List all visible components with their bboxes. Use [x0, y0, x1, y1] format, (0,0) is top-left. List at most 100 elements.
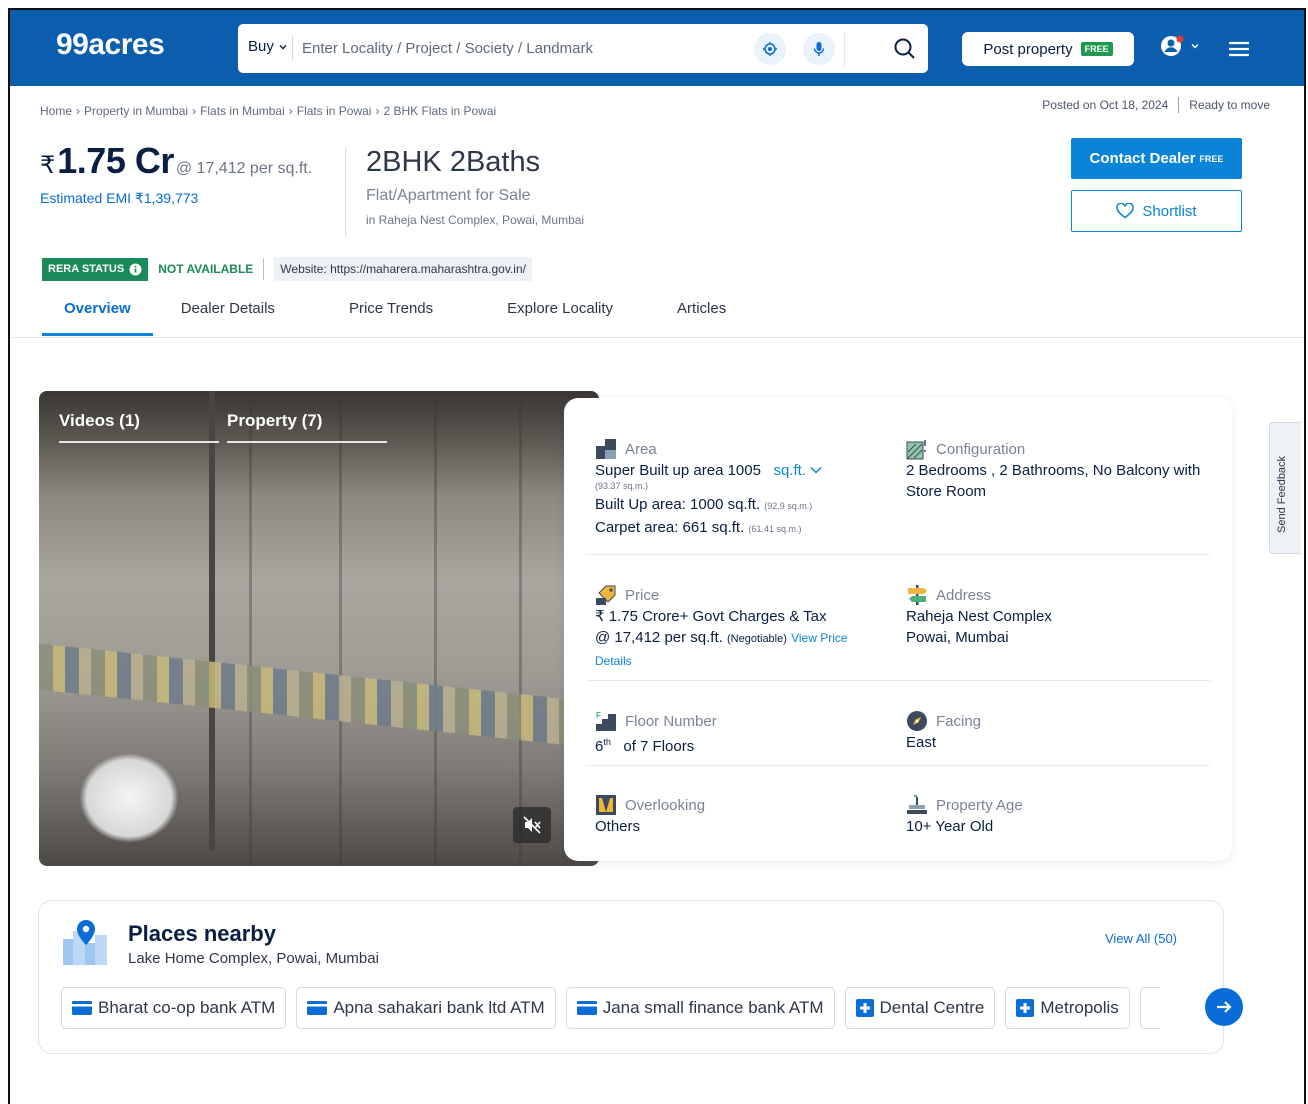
shortlist-button[interactable]: Shortlist: [1071, 190, 1242, 232]
floor-total: of 7 Floors: [623, 738, 695, 755]
possession-status: Ready to move: [1189, 98, 1270, 112]
tab-videos[interactable]: Videos (1): [59, 411, 219, 443]
place-chip[interactable]: Dental Centre: [844, 987, 996, 1029]
city-pin-icon: [61, 917, 111, 967]
hospital-icon: [1016, 999, 1035, 1017]
section-tabs: Overview Dealer Details Price Trends Exp…: [42, 300, 756, 336]
rera-row: RERA STATUS NOT AVAILABLE Website: https…: [42, 256, 532, 282]
contact-dealer-button[interactable]: Contact Dealer FREE: [1071, 138, 1242, 179]
svg-text:F: F: [596, 711, 601, 720]
tab-price-trends[interactable]: Price Trends: [349, 300, 433, 336]
tab-explore-locality[interactable]: Explore Locality: [507, 300, 613, 336]
rera-status-badge: RERA STATUS: [42, 257, 149, 281]
send-feedback-label: Send Feedback: [1276, 455, 1288, 533]
property-age-icon: [906, 794, 928, 816]
send-feedback-tab[interactable]: Send Feedback: [1269, 422, 1301, 554]
breadcrumb-flats-mumbai[interactable]: Flats in Mumbai: [200, 104, 285, 118]
floor-suffix: th: [603, 737, 611, 747]
place-chip[interactable]: Jana small finance bank ATM: [565, 987, 835, 1029]
place-chip-partial[interactable]: [1139, 987, 1160, 1029]
overlooking-label: Overlooking: [625, 796, 706, 814]
area-unit-dropdown[interactable]: sq.ft.: [773, 462, 822, 479]
places-subtitle: Lake Home Complex, Powai, Mumbai: [128, 950, 379, 967]
view-all-places-link[interactable]: View All (50): [1105, 931, 1177, 946]
breadcrumb: Home › Property in Mumbai › Flats in Mumba…: [40, 104, 496, 118]
free-badge: FREE: [1199, 153, 1224, 164]
listing-title-block: 2BHK 2Baths Flat/Apartment for Sale in R…: [366, 146, 584, 227]
area-label: Area: [625, 440, 657, 458]
price-cell: Price ₹ 1.75 Crore+ Govt Charges & Tax @…: [595, 584, 885, 672]
breadcrumb-property-mumbai[interactable]: Property in Mumbai: [84, 104, 188, 118]
area-cell: Area Super Built up area 1005 sq.ft. (93…: [595, 438, 885, 540]
media-tabs: Videos (1) Property (7): [59, 411, 387, 443]
place-chip-label: Jana small finance bank ATM: [602, 998, 824, 1017]
price-tag-icon: [595, 584, 617, 606]
place-chip[interactable]: Metropolis: [1005, 987, 1130, 1029]
breadcrumb-separator: ›: [76, 104, 81, 118]
divider: [345, 148, 346, 236]
facing-value: East: [906, 734, 937, 751]
place-chip[interactable]: Bharat co-op bank ATM: [61, 987, 287, 1029]
shortlist-label: Shortlist: [1142, 202, 1197, 220]
contact-dealer-label: Contact Dealer: [1089, 150, 1196, 167]
places-chips: Bharat co-op bank ATM Apna sahakari bank…: [61, 987, 1160, 1029]
place-chip-label: Apna sahakari bank ltd ATM: [333, 998, 545, 1017]
top-navbar: 99acres Buy Post property FREE: [10, 10, 1304, 86]
wall-tile-joint: [519, 391, 522, 866]
rera-website[interactable]: Website: https://maharera.maharashtra.go…: [274, 257, 532, 281]
locate-me-icon[interactable]: [754, 33, 786, 65]
mute-button[interactable]: [513, 807, 551, 843]
breadcrumb-flats-powai[interactable]: Flats in Powai: [297, 104, 372, 118]
wall-tile-joint: [434, 391, 437, 866]
area-unit-label: sq.ft.: [773, 462, 806, 479]
atm-icon: [72, 1001, 92, 1015]
price-per-sqft-detail: @ 17,412 per sq.ft.: [595, 629, 723, 646]
divider: [1178, 97, 1180, 113]
currency-symbol: ₹: [40, 152, 56, 179]
negotiable-note: (Negotiable): [726, 633, 787, 645]
hamburger-menu-icon[interactable]: [1228, 40, 1250, 63]
search-input[interactable]: [302, 34, 732, 62]
price-line: ₹ 1.75 Crore+ Govt Charges & Tax: [595, 608, 827, 625]
places-nearby-card: Places nearby Lake Home Complex, Powai, …: [38, 900, 1243, 1054]
compass-icon: [906, 710, 928, 732]
price-value: 1.75 Cr: [57, 140, 174, 181]
listing-type: Flat/Apartment for Sale: [366, 187, 531, 204]
emi-link[interactable]: Estimated EMI ₹1,39,773: [40, 190, 312, 207]
user-menu[interactable]: [1160, 34, 1200, 58]
place-chip-label: Bharat co-op bank ATM: [98, 998, 276, 1017]
overlooking-value: Others: [595, 818, 641, 835]
media-gallery[interactable]: Videos (1) Property (7): [39, 391, 599, 866]
info-icon[interactable]: [129, 263, 142, 276]
divider: [10, 337, 1304, 338]
rera-status-value: NOT AVAILABLE: [148, 262, 264, 276]
price-per-sqft: @ 17,412 per sq.ft.: [175, 160, 313, 177]
breadcrumb-home[interactable]: Home: [40, 104, 72, 118]
super-built-area-sqm: (93.37 sq.m.): [595, 481, 649, 491]
site-logo[interactable]: 99acres: [56, 28, 165, 62]
chevron-down-icon: [1191, 43, 1199, 49]
breadcrumb-separator: ›: [288, 104, 293, 118]
microphone-icon[interactable]: [803, 33, 835, 65]
search-bar: Buy: [238, 24, 928, 73]
tab-overview[interactable]: Overview: [42, 300, 153, 336]
facing-label: Facing: [936, 712, 982, 730]
buy-dropdown[interactable]: Buy: [248, 36, 293, 60]
chevron-down-icon: [279, 44, 287, 49]
place-chip[interactable]: Apna sahakari bank ltd ATM: [296, 987, 556, 1029]
places-title: Places nearby: [128, 921, 276, 946]
post-property-button[interactable]: Post property FREE: [962, 32, 1134, 66]
tab-articles[interactable]: Articles: [677, 300, 726, 336]
posted-date: Posted on Oct 18, 2024: [1042, 98, 1169, 112]
post-property-label: Post property: [983, 40, 1073, 58]
tab-property-photos[interactable]: Property (7): [227, 411, 387, 443]
breadcrumb-2bhk-powai[interactable]: 2 BHK Flats in Powai: [383, 104, 496, 118]
divider: [292, 36, 293, 60]
wall-tile-joint: [339, 391, 342, 866]
next-places-button[interactable]: [1205, 988, 1243, 1026]
search-icon[interactable]: [888, 32, 922, 66]
tab-dealer-details[interactable]: Dealer Details: [181, 300, 275, 336]
overlooking-cell: Overlooking Others: [595, 794, 885, 837]
configuration-cell: Configuration 2 Bedrooms , 2 Bathrooms, …: [906, 438, 1202, 502]
posted-info: Posted on Oct 18, 2024 Ready to move: [1042, 97, 1270, 113]
